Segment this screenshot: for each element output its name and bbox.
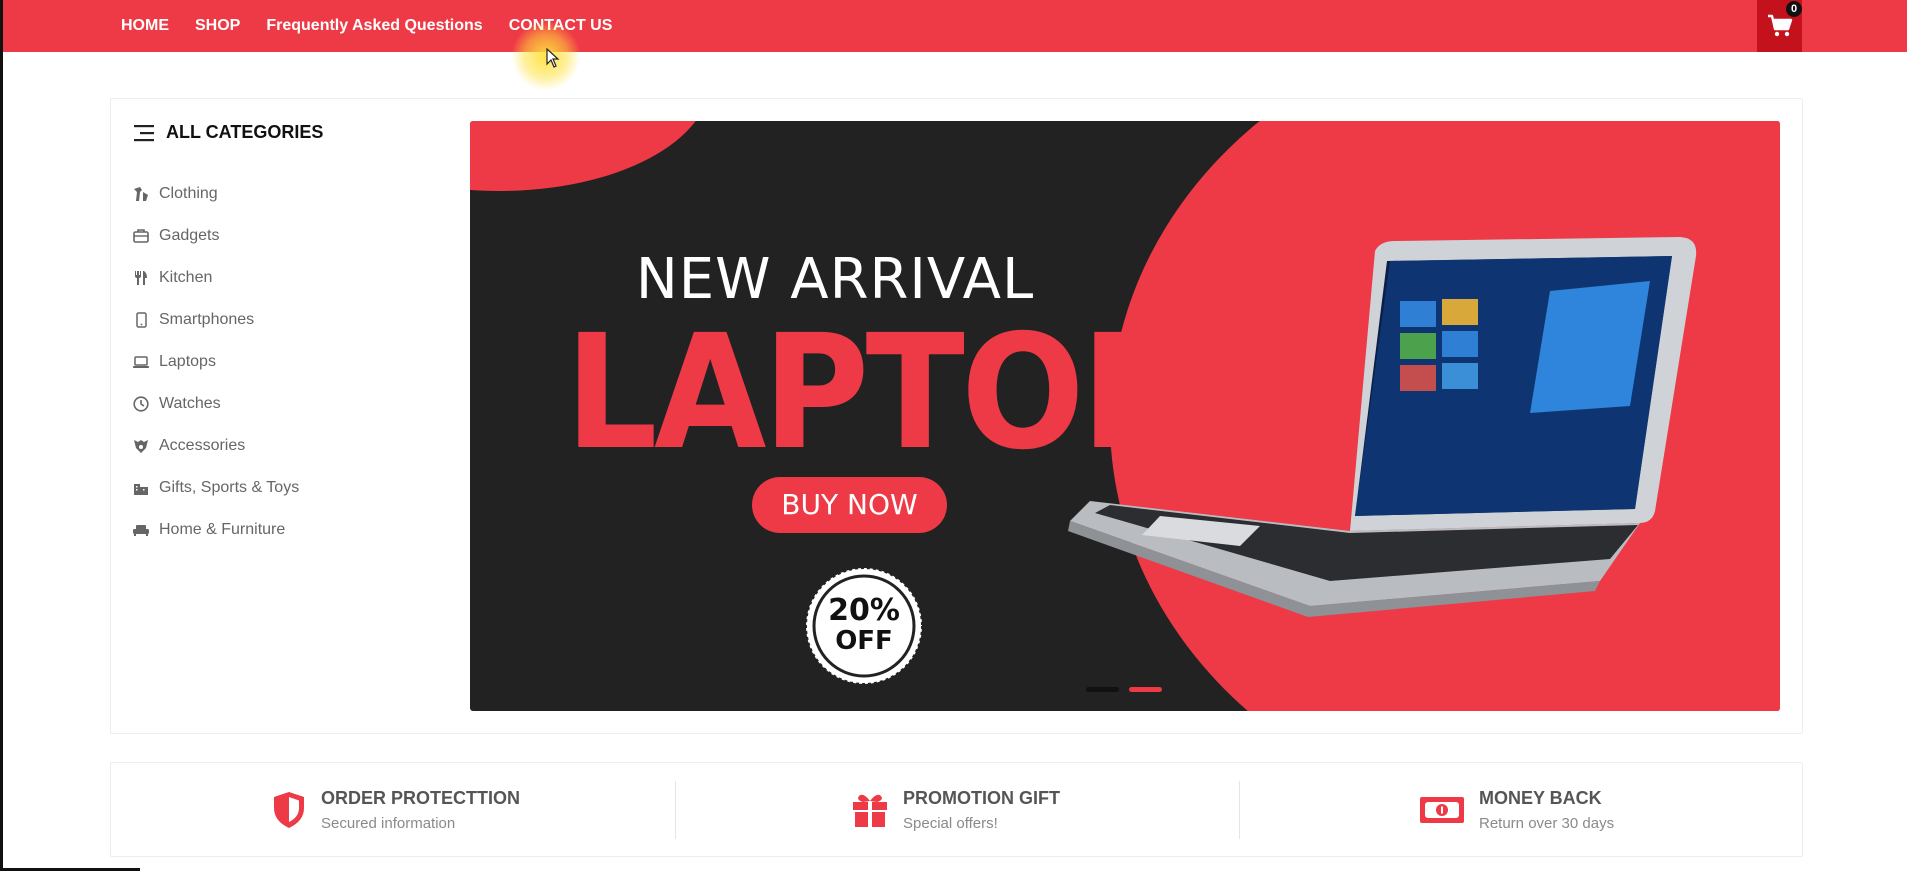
accessories-icon (134, 440, 148, 453)
category-list: Clothing Gadgets Kitchen Smartphones Lap… (133, 173, 299, 551)
category-label: Smartphones (159, 311, 255, 328)
category-item-watches[interactable]: Watches (133, 383, 299, 425)
cart-icon (1767, 14, 1792, 37)
feature-title: PROMOTION GIFT (903, 788, 1060, 808)
feature-subtitle: Return over 30 days (1479, 815, 1615, 832)
category-item-smartphones[interactable]: Smartphones (133, 299, 299, 341)
nav-shop[interactable]: SHOP (195, 17, 240, 35)
category-item-gadgets[interactable]: Gadgets (133, 215, 299, 257)
category-label: Laptops (159, 353, 216, 370)
feature-subtitle: Secured information (321, 815, 456, 832)
money-icon (1420, 797, 1464, 823)
slider-dots (1086, 687, 1162, 692)
clothing-icon (134, 187, 148, 201)
category-label: Home & Furniture (159, 521, 286, 538)
divider (675, 781, 676, 839)
category-item-laptops[interactable]: Laptops (133, 341, 299, 383)
category-label: Clothing (159, 185, 218, 202)
gift-icon (853, 794, 887, 827)
utensils-icon (135, 271, 147, 285)
couch-icon (133, 525, 149, 536)
feature-title: ORDER PROTECTTION (321, 788, 521, 808)
feature-title: MONEY BACK (1479, 788, 1602, 808)
laptop-icon (133, 356, 149, 368)
categories-header[interactable]: ALL CATEGORIES (134, 122, 323, 143)
discount-badge: 20% OFF (808, 593, 920, 656)
features-bar: ORDER PROTECTTION Secured information PR… (110, 762, 1803, 857)
category-label: Gifts, Sports & Toys (159, 479, 300, 496)
mouse-cursor-icon (546, 48, 560, 68)
feature-subtitle: Special offers! (903, 815, 998, 832)
divider (1239, 781, 1240, 839)
category-item-accessories[interactable]: Accessories (133, 425, 299, 467)
nav-home[interactable]: HOME (121, 17, 169, 35)
categories-title: ALL CATEGORIES (166, 122, 324, 142)
briefcase-icon (133, 229, 149, 243)
buy-now-button[interactable]: BUY NOW (752, 477, 947, 533)
window-edge (0, 0, 3, 871)
cart-count-badge: 0 (1786, 1, 1802, 17)
main-nav: HOME SHOP Frequently Asked Questions CON… (121, 0, 612, 52)
shield-icon (274, 792, 304, 828)
category-item-gifts[interactable]: Gifts, Sports & Toys (133, 467, 299, 509)
feature-money-back: MONEY BACK Return over 30 days (1419, 777, 1614, 843)
discount-percent: 20% (828, 593, 900, 628)
nav-faq[interactable]: Frequently Asked Questions (266, 17, 482, 35)
category-label: Gadgets (159, 227, 220, 244)
slide-dot-1[interactable] (1086, 687, 1119, 692)
category-label: Accessories (159, 437, 246, 454)
category-label: Watches (159, 395, 221, 412)
discount-label: OFF (835, 626, 893, 656)
slide-dot-2[interactable] (1129, 687, 1162, 692)
category-item-kitchen[interactable]: Kitchen (133, 257, 299, 299)
building-icon (134, 484, 148, 495)
clock-icon (133, 396, 149, 412)
feature-promotion-gift: PROMOTION GIFT Special offers! (851, 777, 1060, 843)
menu-icon (134, 124, 154, 141)
smartphone-icon (136, 312, 147, 328)
feature-order-protection: ORDER PROTECTTION Secured information (271, 777, 520, 843)
banner-headline: LAPTOP (565, 301, 1188, 485)
nav-contact[interactable]: CONTACT US (509, 17, 613, 35)
category-item-home-furniture[interactable]: Home & Furniture (133, 509, 299, 551)
category-label: Kitchen (159, 269, 213, 286)
category-item-clothing[interactable]: Clothing (133, 173, 299, 215)
promo-banner-slider[interactable]: NEW ARRIVAL LAPTOP BUY NOW 20% OFF (470, 121, 1780, 711)
